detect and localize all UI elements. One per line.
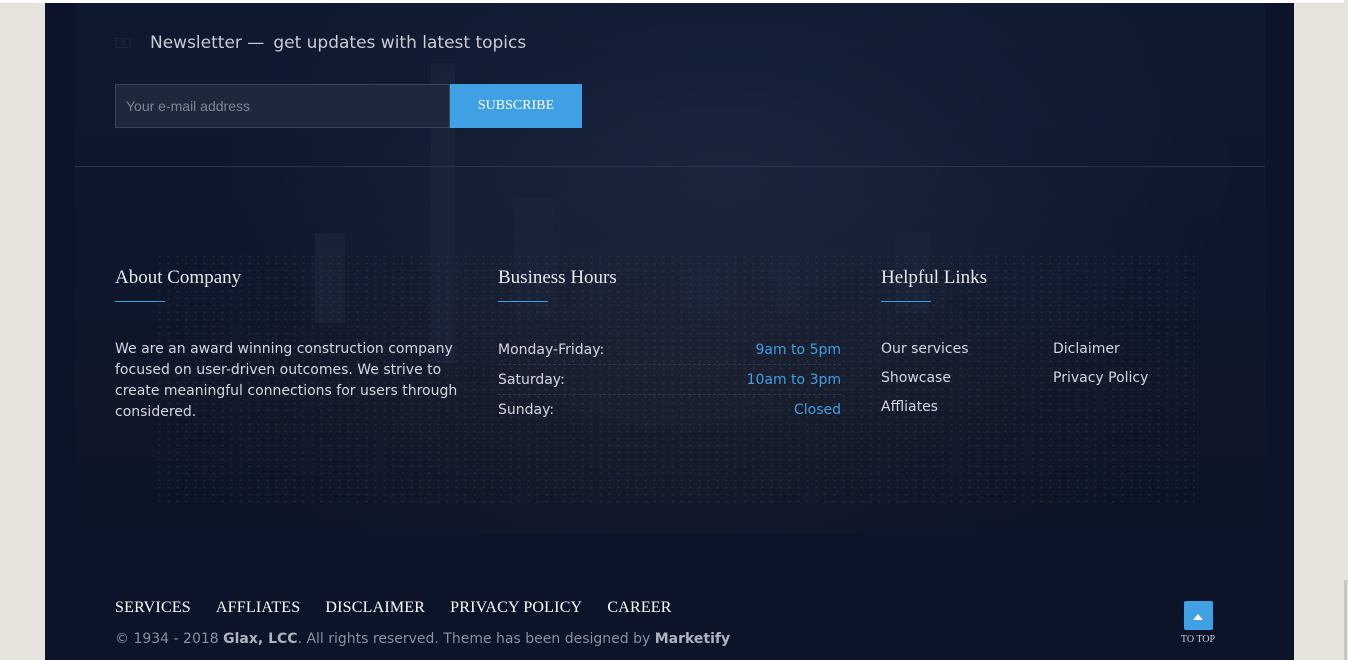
nav-affliates[interactable]: AFFLIATES	[216, 599, 300, 617]
about-title: About Company	[115, 267, 242, 288]
arrow-up-icon	[1193, 607, 1203, 625]
nav-career[interactable]: CAREER	[607, 599, 671, 617]
to-top-label: TO TOP	[1180, 634, 1216, 645]
links-title-underline	[881, 301, 931, 302]
links-col-1: Our services Showcase Affliates	[881, 335, 1053, 422]
hours-time: Closed	[793, 402, 841, 418]
links-column: Helpful Links Our services Showcase Affl…	[881, 265, 1225, 422]
scrollbar-thumb[interactable]	[1344, 580, 1347, 660]
newsletter-heading: Newsletter — get updates with latest top…	[115, 32, 526, 54]
link-diclaimer[interactable]: Diclaimer	[1053, 335, 1225, 364]
newsletter-title: Newsletter —	[150, 33, 265, 53]
hours-day: Monday-Friday:	[498, 341, 605, 358]
copyright-middle: . All rights reserved. Theme has been de…	[297, 631, 655, 647]
site-footer: Newsletter — get updates with latest top…	[45, 3, 1294, 660]
nav-privacy-policy[interactable]: PRIVACY POLICY	[450, 599, 582, 617]
nav-services[interactable]: SERVICES	[115, 599, 191, 617]
newsletter-form: SUBSCRIBE	[115, 84, 582, 128]
about-text: We are an award winning construction com…	[115, 341, 458, 420]
about-title-underline	[115, 301, 165, 302]
link-privacy-policy[interactable]: Privacy Policy	[1053, 364, 1225, 393]
links-list: Our services Showcase Affliates Diclaime…	[881, 335, 1225, 422]
hours-day: Saturday:	[498, 371, 565, 388]
newsletter-subtitle: get updates with latest topics	[273, 33, 527, 53]
section-divider	[75, 166, 1265, 167]
about-column: About Company We are an award winning co…	[115, 265, 470, 423]
nav-disclaimer[interactable]: DISCLAIMER	[325, 599, 425, 617]
bottom-nav: SERVICES AFFLIATES DISCLAIMER PRIVACY PO…	[115, 599, 697, 617]
to-top-button[interactable]	[1183, 601, 1213, 630]
hours-title-underline	[498, 301, 548, 302]
subscribe-button[interactable]: SUBSCRIBE	[450, 84, 582, 128]
hours-time: 10am to 3pm	[746, 371, 841, 388]
to-top[interactable]: TO TOP	[1179, 601, 1217, 645]
hours-title: Business Hours	[498, 267, 617, 288]
copyright-company: Glax, LCC	[223, 631, 298, 647]
scrollbar-track[interactable]	[1344, 0, 1348, 660]
copyright-prefix: © 1934 - 2018	[115, 631, 224, 647]
hours-row: Sunday: Closed	[498, 395, 841, 425]
link-affliates[interactable]: Affliates	[881, 393, 1053, 422]
links-title: Helpful Links	[881, 267, 988, 288]
hours-row: Monday-Friday: 9am to 5pm	[498, 335, 841, 365]
hours-row: Saturday: 10am to 3pm	[498, 365, 841, 395]
link-our-services[interactable]: Our services	[881, 335, 1053, 364]
copyright-designer: Marketify	[654, 631, 731, 647]
hours-time: 9am to 5pm	[755, 341, 841, 358]
hours-list: Monday-Friday: 9am to 5pm Saturday: 10am…	[498, 335, 841, 425]
hours-day: Sunday:	[498, 402, 555, 418]
links-col-2: Diclaimer Privacy Policy	[1053, 335, 1225, 422]
link-showcase[interactable]: Showcase	[881, 364, 1053, 393]
book-icon	[115, 36, 133, 50]
copyright-text: © 1934 - 2018 Glax, LCC. All rights rese…	[115, 631, 730, 647]
email-input[interactable]	[115, 84, 450, 128]
hours-column: Business Hours Monday-Friday: 9am to 5pm…	[498, 265, 841, 425]
